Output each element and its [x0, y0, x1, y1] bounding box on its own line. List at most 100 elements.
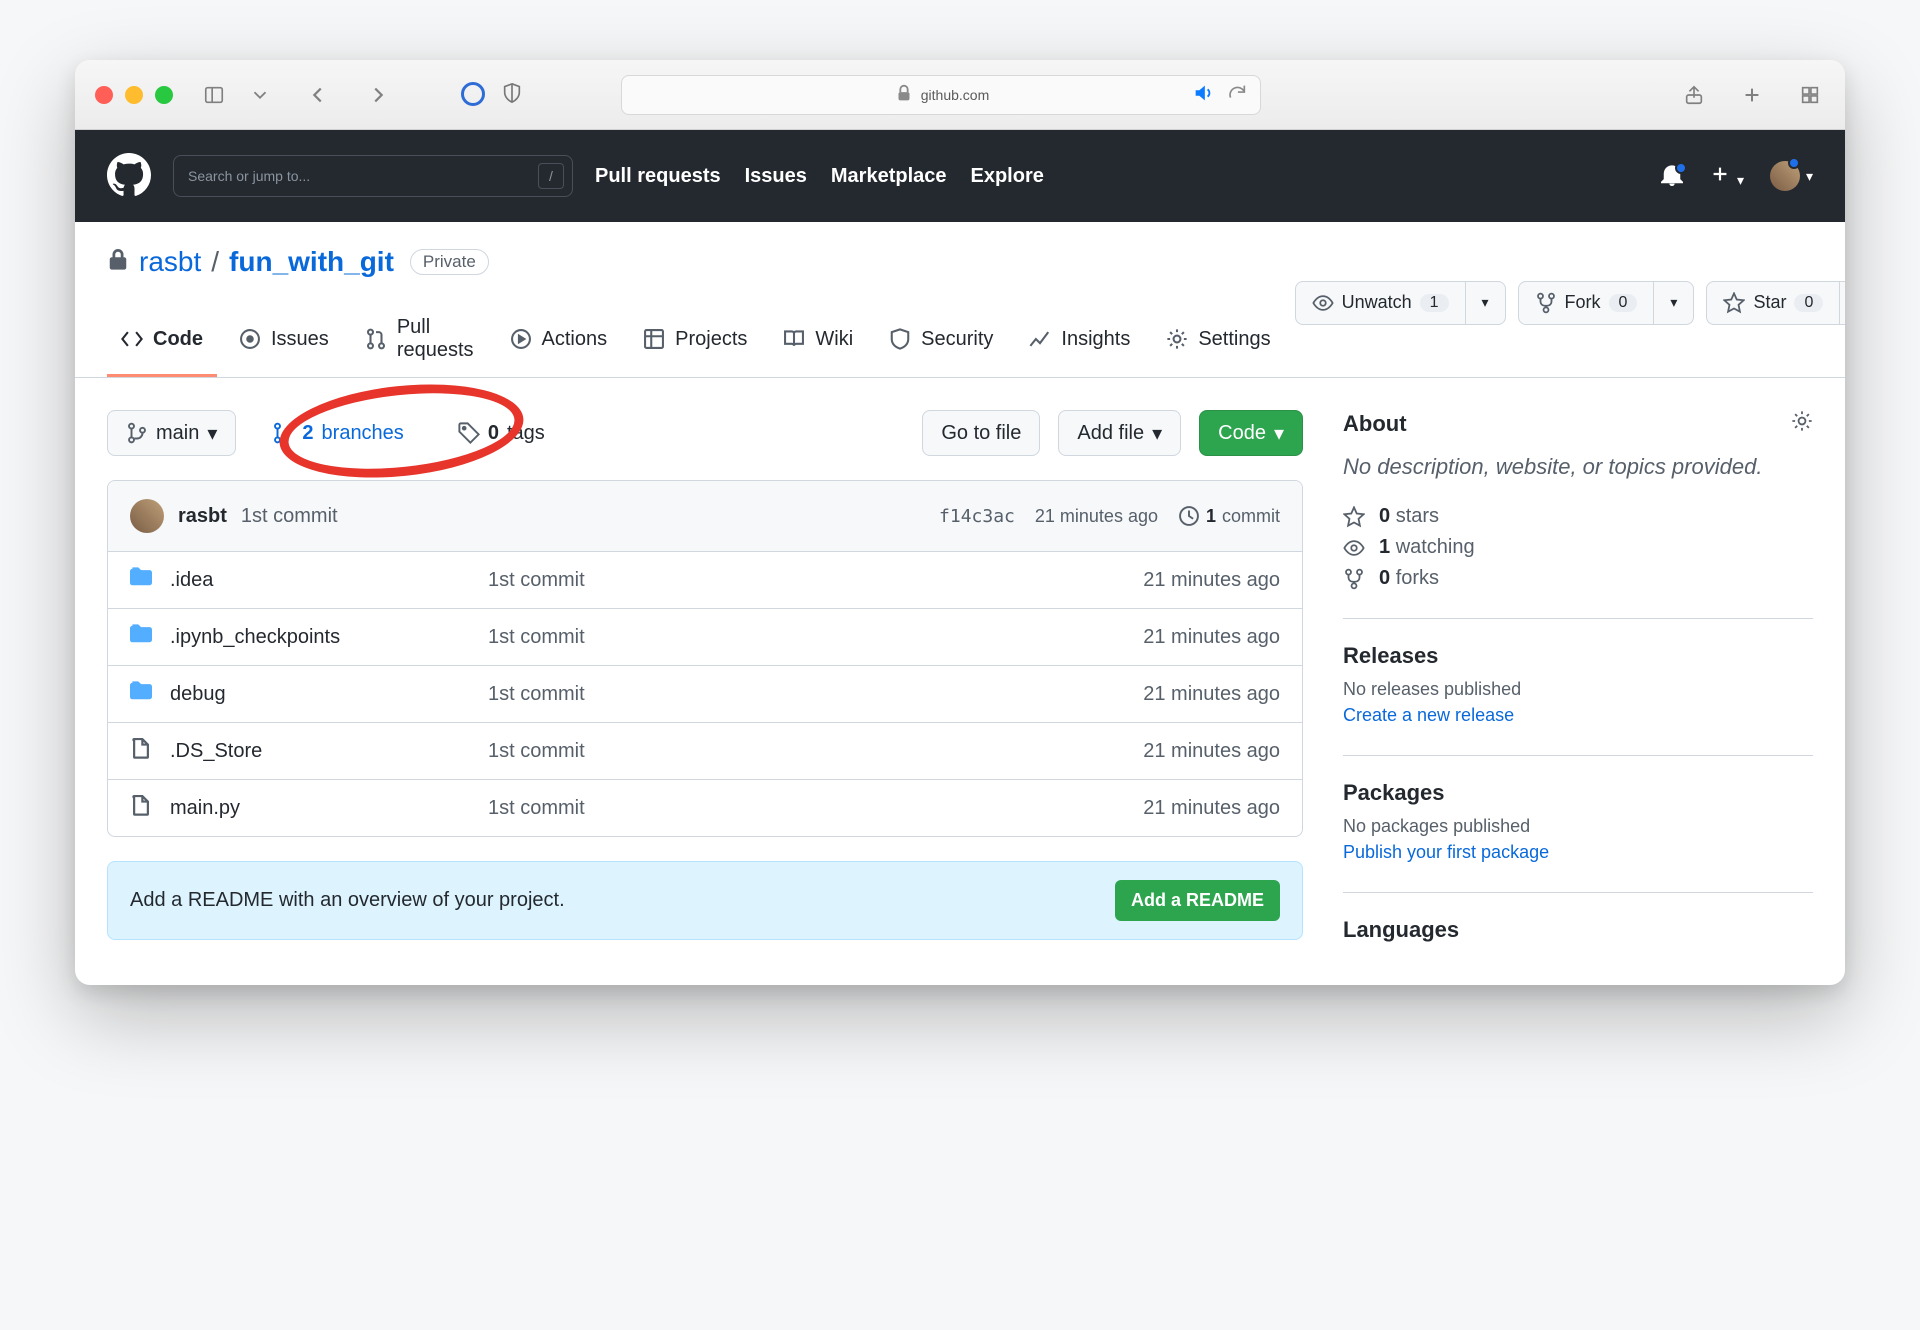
nav-pull-requests[interactable]: Pull requests: [595, 165, 721, 188]
user-menu-button[interactable]: ▾: [1770, 161, 1813, 191]
file-commit-msg: 1st commit: [488, 569, 868, 592]
folder-icon: [130, 680, 152, 708]
commit-time: 21 minutes ago: [1035, 506, 1158, 527]
browser-window: github.com Search or jump to... / Pull r…: [75, 60, 1845, 985]
file-commit-msg: 1st commit: [488, 797, 868, 820]
visibility-badge: Private: [410, 249, 489, 275]
tab-projects[interactable]: Projects: [629, 304, 761, 377]
reload-button[interactable]: [1226, 82, 1248, 107]
goto-file-button[interactable]: Go to file: [922, 410, 1040, 456]
new-tab-button[interactable]: [1737, 80, 1767, 110]
repo-main: main ▾ 2 branches 0 tags Go to file Add …: [75, 378, 1845, 985]
about-heading: About: [1343, 411, 1407, 437]
readme-prompt: Add a README with an overview of your pr…: [107, 861, 1303, 940]
nav-marketplace[interactable]: Marketplace: [831, 165, 947, 188]
close-window-button[interactable]: [95, 86, 113, 104]
chevron-down-icon[interactable]: [245, 80, 275, 110]
address-bar[interactable]: github.com: [621, 75, 1261, 115]
avatar-icon: [130, 499, 164, 533]
branch-select-button[interactable]: main ▾: [107, 410, 236, 456]
share-button[interactable]: [1679, 80, 1709, 110]
slash-key-hint: /: [538, 163, 564, 189]
lock-icon: [893, 82, 915, 107]
tab-issues[interactable]: Issues: [225, 304, 343, 377]
file-commit-msg: 1st commit: [488, 740, 868, 763]
repo-description: No description, website, or topics provi…: [1343, 450, 1813, 483]
publish-package-link[interactable]: Publish your first package: [1343, 842, 1549, 862]
file-name: .ipynb_checkpoints: [170, 626, 470, 649]
file-time: 21 minutes ago: [1143, 569, 1280, 592]
caret-down-icon: ▾: [1737, 172, 1744, 188]
url-host: github.com: [921, 87, 989, 103]
tabs-overview-button[interactable]: [1795, 80, 1825, 110]
add-file-button[interactable]: Add file ▾: [1058, 410, 1181, 456]
nav-issues[interactable]: Issues: [745, 165, 807, 188]
file-time: 21 minutes ago: [1143, 740, 1280, 763]
github-logo-icon[interactable]: [107, 153, 151, 200]
tags-link[interactable]: 0 tags: [440, 410, 563, 456]
nav-explore[interactable]: Explore: [971, 165, 1044, 188]
star-button-group: Star 0 ▾: [1706, 281, 1845, 325]
sidebar-toggle-button[interactable]: [201, 80, 227, 110]
commit-sha[interactable]: f14c3ac: [939, 506, 1015, 527]
file-time: 21 minutes ago: [1143, 683, 1280, 706]
file-row[interactable]: debug1st commit21 minutes ago: [108, 665, 1302, 722]
file-listing: rasbt 1st commit f14c3ac 21 minutes ago …: [107, 480, 1303, 837]
settings-gear-button[interactable]: [1791, 410, 1813, 438]
file-icon: [130, 794, 152, 822]
branches-link[interactable]: 2 branches: [254, 410, 421, 456]
file-row[interactable]: .DS_Store 1st commit 21 minutes ago: [108, 722, 1302, 779]
file-row[interactable]: .idea1st commit21 minutes ago: [108, 552, 1302, 608]
folder-icon: [130, 623, 152, 651]
tab-actions[interactable]: Actions: [496, 304, 622, 377]
forks-meta[interactable]: 0 forks: [1343, 567, 1813, 590]
file-row[interactable]: main.py1st commit21 minutes ago: [108, 779, 1302, 836]
search-input[interactable]: Search or jump to... /: [173, 155, 573, 197]
file-row[interactable]: .ipynb_checkpoints 1st commit 21 minutes a…: [108, 608, 1302, 665]
watching-meta[interactable]: 1 watching: [1343, 536, 1813, 559]
tab-settings[interactable]: Settings: [1152, 304, 1284, 377]
star-button[interactable]: Star 0: [1706, 281, 1840, 325]
fork-button[interactable]: Fork 0: [1518, 281, 1655, 325]
tab-wiki[interactable]: Wiki: [769, 304, 867, 377]
repo-sidebar: About No description, website, or topics…: [1343, 410, 1813, 953]
file-name: main.py: [170, 797, 470, 820]
audio-icon[interactable]: [1192, 82, 1214, 107]
back-button[interactable]: [303, 80, 333, 110]
caret-down-icon: ▾: [1806, 168, 1813, 185]
github-header: Search or jump to... / Pull requests Iss…: [75, 130, 1845, 222]
unwatch-button[interactable]: Unwatch 1: [1295, 281, 1466, 325]
fork-options-button[interactable]: ▾: [1654, 281, 1694, 325]
minimize-window-button[interactable]: [125, 86, 143, 104]
window-controls: [95, 86, 173, 104]
stars-meta[interactable]: 0 stars: [1343, 505, 1813, 528]
file-time: 21 minutes ago: [1143, 626, 1280, 649]
notifications-button[interactable]: [1661, 164, 1683, 189]
search-placeholder: Search or jump to...: [188, 168, 310, 184]
create-release-link[interactable]: Create a new release: [1343, 705, 1514, 725]
file-toolbar: main ▾ 2 branches 0 tags Go to file Add …: [107, 410, 1303, 456]
code-button[interactable]: Code ▾: [1199, 410, 1303, 456]
forward-button[interactable]: [363, 80, 393, 110]
latest-commit-row[interactable]: rasbt 1st commit f14c3ac 21 minutes ago …: [108, 481, 1302, 552]
onepassword-icon[interactable]: [461, 82, 485, 107]
star-options-button[interactable]: ▾: [1840, 281, 1845, 325]
file-commit-msg: 1st commit: [488, 626, 868, 649]
repo-name-link[interactable]: fun_with_git: [229, 246, 394, 278]
file-name: .DS_Store: [170, 740, 470, 763]
readme-prompt-text: Add a README with an overview of your pr…: [130, 889, 565, 912]
browser-toolbar: github.com: [75, 60, 1845, 130]
add-readme-button[interactable]: Add a README: [1115, 880, 1280, 921]
repo-owner-link[interactable]: rasbt: [139, 246, 201, 278]
notification-dot-icon: [1675, 162, 1687, 174]
watch-options-button[interactable]: ▾: [1466, 281, 1506, 325]
zoom-window-button[interactable]: [155, 86, 173, 104]
create-menu-button[interactable]: ▾: [1709, 163, 1744, 189]
tab-code[interactable]: Code: [107, 304, 217, 377]
tab-insights[interactable]: Insights: [1015, 304, 1144, 377]
privacy-report-icon[interactable]: [501, 82, 523, 107]
tab-security[interactable]: Security: [875, 304, 1007, 377]
file-icon: [130, 737, 152, 765]
commits-link[interactable]: 1 commit: [1178, 505, 1280, 527]
tab-pull-requests[interactable]: Pull requests: [351, 304, 488, 377]
